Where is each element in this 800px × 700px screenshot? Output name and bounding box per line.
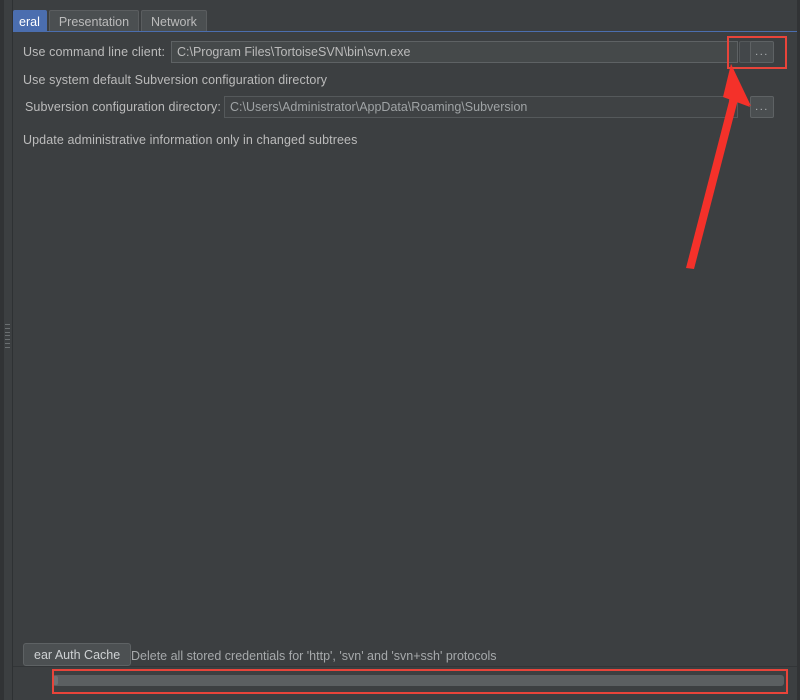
config-directory-label-row: Subversion configuration directory:: [25, 96, 221, 118]
update-admin-info-row[interactable]: Update administrative information only i…: [23, 129, 357, 151]
clear-auth-cache-hint: Delete all stored credentials for 'http'…: [131, 649, 497, 663]
splitter-dot: [5, 339, 10, 340]
clear-auth-cache-hint-wrap: Delete all stored credentials for 'http'…: [131, 647, 497, 665]
panel-splitter-handle[interactable]: [5, 324, 10, 348]
tab-presentation-label: Presentation: [59, 15, 129, 29]
system-default-config-row[interactable]: Use system default Subversion configurat…: [23, 69, 327, 91]
horizontal-scrollbar-thumb-cap: [53, 676, 58, 685]
splitter-dot: [5, 343, 10, 344]
config-directory-label: Subversion configuration directory:: [25, 100, 221, 114]
splitter-dot: [5, 328, 10, 329]
splitter-dot: [5, 335, 10, 336]
config-directory-value: C:\Users\Administrator\AppData\Roaming\S…: [230, 100, 527, 114]
ellipsis-icon: ...: [755, 46, 769, 58]
settings-content: eral Presentation Network Use command li…: [13, 0, 800, 700]
tab-general[interactable]: eral: [13, 10, 47, 32]
command-line-client-input[interactable]: C:\Program Files\TortoiseSVN\bin\svn.exe: [171, 41, 738, 63]
splitter-dot: [5, 324, 10, 325]
command-line-client-browse-button[interactable]: ...: [750, 41, 774, 63]
settings-panel: eral Presentation Network Use command li…: [0, 0, 800, 700]
splitter-dot: [5, 347, 10, 348]
tab-bar: eral Presentation Network: [13, 10, 207, 32]
command-line-client-label-row: Use command line client:: [23, 41, 165, 63]
command-line-client-value: C:\Program Files\TortoiseSVN\bin\svn.exe: [177, 45, 410, 59]
tab-presentation[interactable]: Presentation: [49, 10, 139, 32]
command-line-client-label: Use command line client:: [23, 45, 165, 59]
ellipsis-icon: ...: [755, 101, 769, 113]
config-directory-browse-button[interactable]: ...: [750, 96, 774, 118]
system-default-config-label: Use system default Subversion configurat…: [23, 73, 327, 87]
horizontal-scrollbar-thumb[interactable]: [52, 675, 784, 686]
clear-auth-cache-label: ear Auth Cache: [34, 648, 120, 662]
update-admin-info-label: Update administrative information only i…: [23, 133, 357, 147]
tab-bar-underline: [13, 31, 800, 32]
left-strip-inner: [4, 0, 12, 700]
splitter-dot: [5, 332, 10, 333]
tab-network-label: Network: [151, 15, 197, 29]
clear-auth-cache-button[interactable]: ear Auth Cache: [23, 643, 131, 666]
tab-general-label: eral: [19, 15, 40, 29]
tab-network[interactable]: Network: [141, 10, 207, 32]
config-directory-input[interactable]: C:\Users\Administrator\AppData\Roaming\S…: [224, 96, 738, 118]
